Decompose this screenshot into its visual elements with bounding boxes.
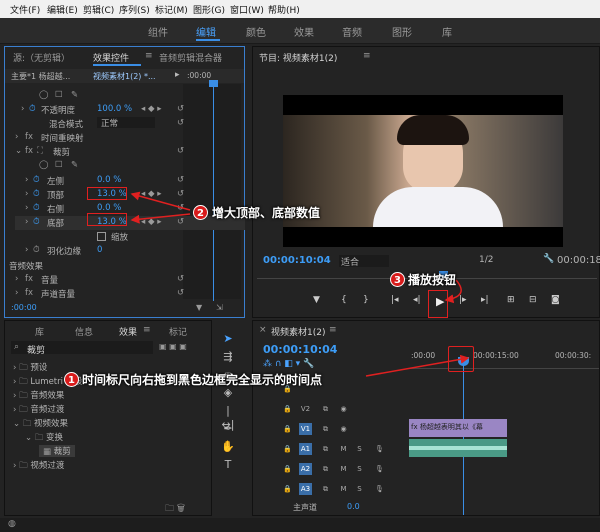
status-bar: ◍ — [0, 518, 600, 532]
callout-crop-values: 增大顶部、底部数值 — [212, 206, 321, 220]
step-number-1: 1 — [64, 372, 79, 387]
callout-play-button: 播放按钮 — [408, 273, 457, 287]
callout-timeline-drag: 时间标尺向右拖到黑色边框完全显示的时间点 — [82, 373, 323, 387]
annotation-arrows — [130, 191, 470, 377]
step-number-2: 2 — [193, 205, 208, 220]
status-icon: ◍ — [8, 519, 16, 529]
step-number-3: 3 — [390, 272, 405, 287]
